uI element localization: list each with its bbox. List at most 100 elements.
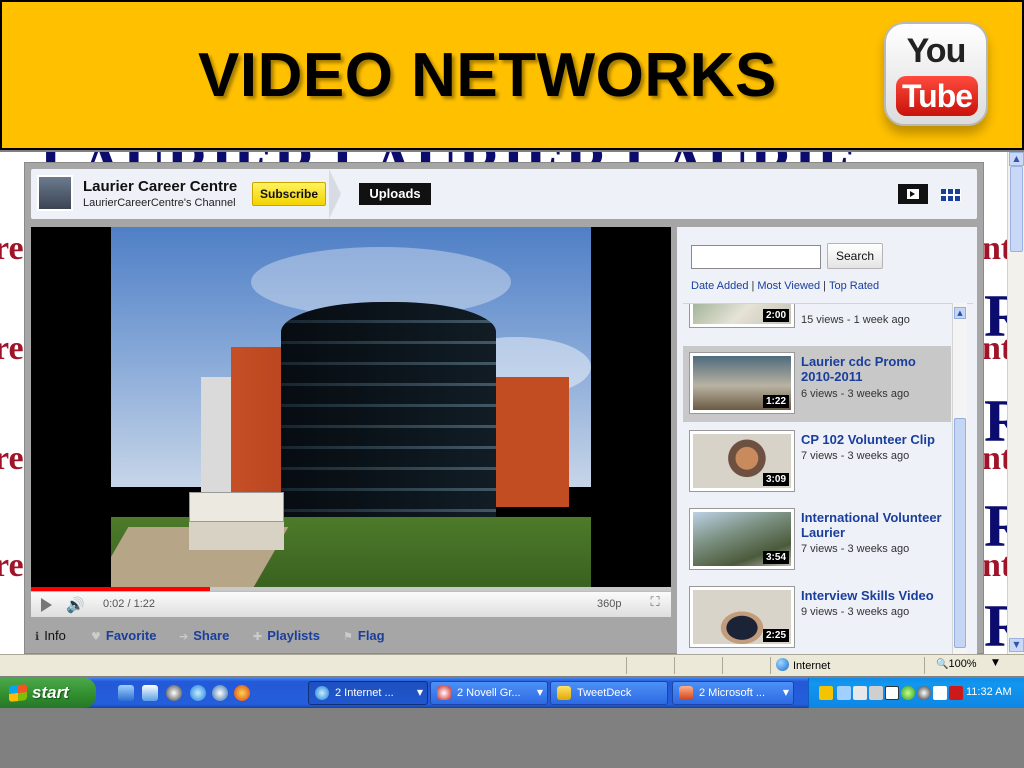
scroll-down-arrow-icon[interactable]: ▼ (1009, 638, 1024, 652)
screen: VIDEO NETWORKS You Tube LAURIER LAURIER … (0, 0, 1024, 768)
clock[interactable]: 11:32 AM (966, 686, 1012, 698)
firefox-icon[interactable] (234, 685, 250, 701)
flag-icon: ⚑ (343, 630, 353, 643)
sort-date-added[interactable]: Date Added (691, 280, 749, 292)
duration-badge: 2:00 (762, 309, 789, 322)
list-scrollbar[interactable]: ▲ (952, 303, 967, 655)
globe-icon (776, 658, 789, 671)
background-pattern: R (984, 388, 1007, 454)
status-divider (722, 657, 723, 674)
list-scroll-up-icon[interactable]: ▲ (954, 307, 966, 319)
status-divider (626, 657, 627, 674)
internet-explorer-icon[interactable] (190, 685, 206, 701)
tab-flag-label: Flag (357, 628, 385, 643)
video-thumbnail[interactable]: 3:54 (689, 508, 795, 570)
status-divider (674, 657, 675, 674)
list-scrollbar-thumb[interactable] (954, 418, 966, 648)
task-tweetdeck[interactable]: TweetDeck (550, 681, 668, 705)
task-label: 2 Novell Gr... (457, 687, 521, 699)
sort-top-rated[interactable]: Top Rated (829, 280, 879, 292)
volume-icon[interactable]: 🔊 (66, 596, 85, 614)
task-microsoft[interactable]: 2 Microsoft ... ▼ (672, 681, 794, 705)
powerpoint-icon (679, 686, 693, 700)
video-title[interactable]: International Volunteer Laurier (801, 510, 951, 540)
fullscreen-icon[interactable]: ⛶ (645, 595, 665, 613)
show-desktop-icon[interactable] (142, 685, 158, 701)
tray-icon[interactable] (901, 686, 915, 700)
status-divider (924, 657, 925, 674)
task-novell[interactable]: 2 Novell Gr... ▼ (430, 681, 548, 705)
tray-icon[interactable] (949, 686, 963, 700)
security-zone[interactable]: Internet (776, 658, 830, 672)
sort-most-viewed[interactable]: Most Viewed (757, 280, 820, 292)
video-player[interactable] (31, 227, 671, 591)
video-frame[interactable] (111, 227, 591, 587)
channel-avatar[interactable] (37, 175, 73, 211)
task-label: TweetDeck (577, 687, 632, 699)
task-label: 2 Microsoft ... (699, 687, 766, 699)
video-thumbnail[interactable]: 2:25 (689, 586, 795, 648)
list-item[interactable]: 2:25 Interview Skills Video 9 views - 3 … (683, 584, 951, 654)
slide-bottom-area (0, 708, 1024, 768)
quicklaunch-icon[interactable] (118, 685, 134, 701)
tab-flag[interactable]: ⚑ Flag (343, 628, 385, 643)
page-scrollbar[interactable]: ▲ ▼ (1007, 152, 1024, 654)
page-scrollbar-thumb[interactable] (1010, 166, 1023, 252)
video-thumbnail[interactable]: 1:22 (689, 352, 795, 414)
background-pattern: re (0, 230, 24, 267)
tray-icon[interactable] (819, 686, 833, 700)
list-item[interactable]: 3:54 International Volunteer Laurier 7 v… (683, 506, 951, 576)
video-thumbnail[interactable]: 2:00 (689, 304, 795, 328)
tray-icon[interactable] (885, 686, 899, 700)
task-internet-explorer[interactable]: 2 Internet ... ▼ (308, 681, 428, 705)
windows-flag-icon (9, 684, 27, 702)
grid-view-icon[interactable] (941, 189, 961, 201)
duration-badge: 1:22 (762, 395, 789, 408)
sort-links: Date Added | Most Viewed | Top Rated (691, 280, 880, 292)
zoom-level[interactable]: 🔍100% (936, 658, 977, 670)
video-title[interactable]: Laurier cdc Promo 2010-2011 (801, 354, 951, 384)
windows-taskbar: start 2 Internet ... ▼ 2 Novell Gr... ▼ Tw… (0, 678, 1024, 708)
skype-icon[interactable] (212, 685, 228, 701)
list-item[interactable]: 2:00 15 views - 1 week ago (683, 304, 951, 334)
zoom-dropdown-icon[interactable]: ▼ (992, 658, 999, 668)
tab-share[interactable]: ➔ Share (179, 628, 229, 643)
quality-selector[interactable]: 360p (597, 598, 621, 610)
channel-subtitle: LaurierCareerCentre's Channel (83, 197, 236, 209)
scroll-up-arrow-icon[interactable]: ▲ (1009, 152, 1024, 166)
subscribe-button[interactable]: Subscribe (252, 182, 326, 206)
list-item[interactable]: 1:22 Laurier cdc Promo 2010-2011 6 views… (683, 346, 951, 422)
video-title[interactable]: CP 102 Volunteer Clip (801, 432, 951, 447)
channel-name[interactable]: Laurier Career Centre (83, 178, 237, 195)
tray-icon[interactable] (853, 686, 867, 700)
tray-icon[interactable] (837, 686, 851, 700)
slide-title: VIDEO NETWORKS (198, 41, 777, 110)
background-pattern: re (0, 330, 24, 367)
start-label: start (32, 683, 69, 702)
tab-favorite[interactable]: ♥ Favorite (91, 628, 156, 643)
player-view-icon[interactable] (898, 184, 928, 204)
browser-status-bar: Internet 🔍100% ▼ (0, 654, 1024, 676)
background-pattern: re (0, 547, 24, 584)
start-button[interactable]: start (0, 678, 96, 708)
tray-icon[interactable] (917, 686, 931, 700)
media-player-icon[interactable] (166, 685, 182, 701)
tab-info[interactable]: ℹ Info (35, 628, 66, 643)
video-thumbnail[interactable]: 3:09 (689, 430, 795, 492)
status-divider (770, 657, 771, 674)
play-icon[interactable] (41, 598, 52, 612)
uploads-button[interactable]: Uploads (359, 183, 431, 205)
video-title[interactable]: Interview Skills Video (801, 588, 951, 603)
channel-frame: Laurier Career Centre LaurierCareerCentr… (24, 162, 984, 655)
tab-playlists[interactable]: ✚ Playlists (253, 628, 320, 643)
security-zone-label: Internet (793, 660, 831, 672)
search-button[interactable]: Search (827, 243, 883, 269)
heart-icon: ♥ (91, 630, 101, 643)
list-item[interactable]: 3:09 CP 102 Volunteer Clip 7 views - 3 w… (683, 428, 951, 498)
tray-icon[interactable] (933, 686, 947, 700)
channel-search-input[interactable] (691, 245, 821, 269)
network-icon[interactable] (869, 686, 883, 700)
video-scene-building (489, 377, 569, 507)
header-divider-arrow (329, 169, 341, 219)
tweetdeck-icon (557, 686, 571, 700)
